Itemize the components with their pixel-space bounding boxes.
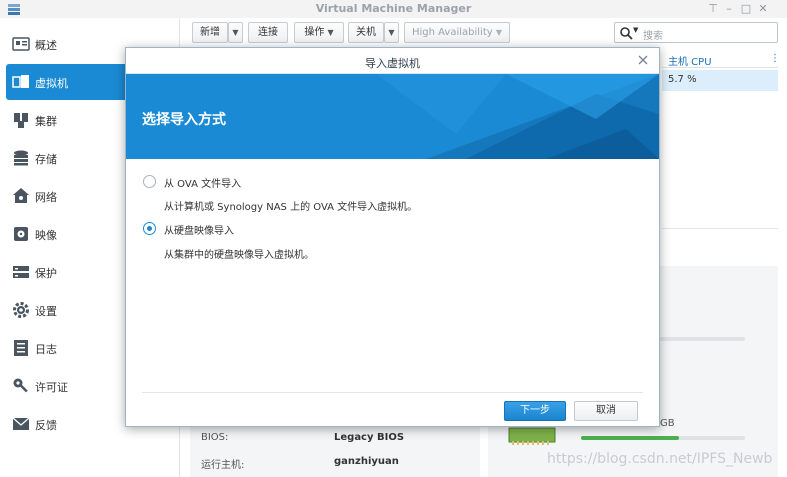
column-header-cpu: 主机 CPU (668, 57, 712, 68)
close-icon[interactable] (636, 53, 650, 67)
license-icon (12, 377, 30, 395)
app-title: Virtual Machine Manager (315, 2, 472, 15)
search-input[interactable]: ▼ 搜索 (614, 22, 778, 43)
sidebar-item-label: 存储 (35, 153, 57, 166)
maximize-icon[interactable]: □ (739, 2, 753, 16)
connect-button[interactable]: 连接 (248, 22, 288, 43)
sidebar-item-label: 映像 (35, 229, 57, 242)
modal-header: 导入虚拟机 (126, 48, 659, 74)
new-dropdown-button[interactable]: ▼ (228, 22, 243, 43)
close-window-icon[interactable]: ✕ (756, 2, 770, 16)
settings-icon (12, 301, 30, 319)
memory-progress-fill (581, 436, 679, 440)
action-label: 操作 (304, 27, 325, 38)
pin-icon[interactable]: ⊤ (706, 2, 720, 16)
host-label: 运行主机: (201, 460, 245, 471)
cpu-cell: 5.7 % (668, 74, 697, 85)
shutdown-dropdown-button[interactable]: ▼ (384, 22, 399, 43)
bios-value: Legacy BIOS (334, 432, 405, 443)
column-menu-icon[interactable]: ⋮ (770, 53, 780, 64)
sidebar-item-label: 集群 (35, 115, 57, 128)
option-disk-image-label[interactable]: 从硬盘映像导入 (164, 222, 234, 237)
sidebar-item-label: 网络 (35, 191, 57, 204)
image-icon (12, 225, 30, 243)
sidebar-item-label: 反馈 (35, 419, 57, 432)
progress-track (660, 337, 745, 341)
log-icon (12, 339, 30, 357)
protection-icon (12, 263, 30, 281)
network-icon (12, 187, 30, 205)
modal-banner: 选择导入方式 (126, 74, 659, 159)
sidebar-item-label: 概述 (35, 39, 57, 52)
sidebar-item-label: 许可证 (35, 381, 68, 394)
ha-label: High Availability (411, 27, 493, 38)
search-icon (619, 26, 633, 40)
action-button[interactable]: 操作 ▼ (294, 22, 344, 43)
chevron-down-icon: ▼ (388, 28, 395, 37)
import-vm-dialog: 导入虚拟机 选择导入方式 从 OVA 文件导入 从计算机或 Synology N… (125, 47, 660, 427)
radio-ova[interactable] (143, 175, 156, 188)
cancel-button[interactable]: 取消 (574, 401, 638, 421)
modal-title: 导入虚拟机 (365, 57, 420, 70)
option-ova-label[interactable]: 从 OVA 文件导入 (164, 175, 241, 190)
minimize-icon[interactable]: – (722, 2, 736, 16)
new-button[interactable]: 新增 (192, 22, 228, 43)
chevron-down-icon: ▼ (232, 28, 239, 37)
vm-icon (12, 73, 30, 91)
modal-divider (142, 392, 643, 393)
overview-icon (12, 35, 30, 53)
shutdown-button[interactable]: 关机 (348, 22, 384, 43)
cluster-icon (12, 111, 30, 129)
table-header-cpu[interactable]: 主机 CPU ⋮ (662, 50, 780, 68)
storage-icon (12, 149, 30, 167)
sidebar-item-label: 保护 (35, 267, 57, 280)
feedback-icon (12, 415, 30, 433)
memory-chip-icon (508, 427, 556, 448)
table-row[interactable]: 5.7 % (662, 70, 778, 91)
chevron-down-icon: ▼ (633, 26, 639, 34)
sidebar-item-label: 虚拟机 (35, 77, 68, 90)
watermark: https://blog.csdn.net/IPFS_Newb (547, 451, 773, 467)
chevron-down-icon: ▼ (327, 28, 334, 37)
chevron-down-icon: ▼ (495, 28, 502, 37)
next-button[interactable]: 下一步 (504, 401, 566, 421)
option-disk-image-description: 从集群中的硬盘映像导入虚拟机。 (164, 250, 314, 261)
window-titlebar: Virtual Machine Manager ⊤ – □ ✕ (0, 0, 787, 18)
memory-unit: GB (660, 418, 675, 429)
option-ova-description: 从计算机或 Synology NAS 上的 OVA 文件导入虚拟机。 (164, 202, 418, 213)
radio-disk-image[interactable] (143, 222, 156, 235)
high-availability-button[interactable]: High Availability ▼ (404, 22, 510, 43)
sidebar-item-label: 设置 (35, 305, 57, 318)
bios-label: BIOS: (201, 432, 229, 443)
modal-heading: 选择导入方式 (142, 112, 226, 128)
host-value: ganzhiyuan (334, 456, 399, 467)
search-placeholder: 搜索 (643, 31, 663, 42)
divider (662, 228, 778, 229)
sidebar-item-label: 日志 (35, 343, 57, 356)
